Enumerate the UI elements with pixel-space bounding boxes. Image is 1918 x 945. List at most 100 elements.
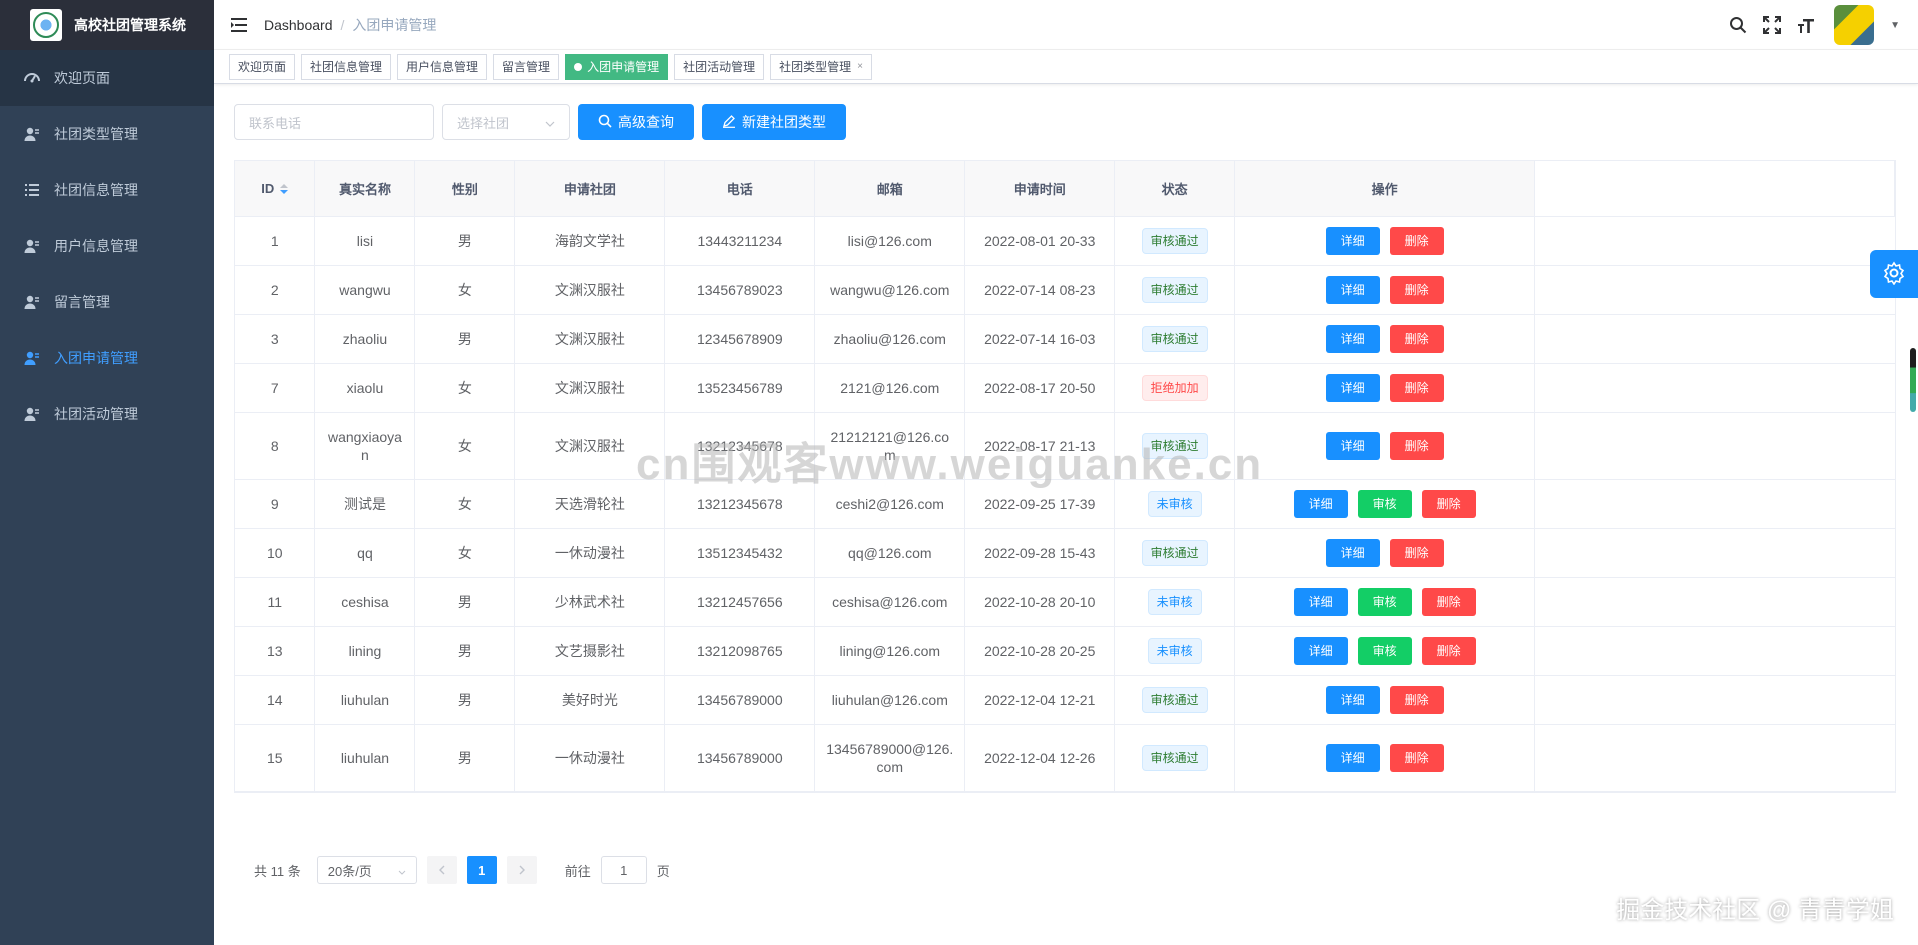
cell-phone: 13523456789 — [664, 363, 816, 413]
cell-actions: 详细 审核 删除 — [1234, 479, 1536, 529]
delete-button[interactable]: 删除 — [1421, 636, 1476, 665]
settings-button[interactable] — [1870, 250, 1918, 298]
page-unit-label: 页 — [656, 863, 670, 879]
cell-email: ceshisa@126.com — [814, 577, 966, 627]
tag-3[interactable]: 留言管理 — [493, 53, 560, 80]
cell-club: 海韵文学社 — [514, 216, 666, 266]
tag-5[interactable]: 社团活动管理 — [674, 53, 765, 80]
scrollbar[interactable] — [1910, 348, 1916, 412]
detail-button[interactable]: 详细 — [1325, 685, 1380, 714]
tag-0[interactable]: 欢迎页面 — [229, 53, 296, 80]
tag-4[interactable]: 入团申请管理 — [565, 53, 669, 80]
cell-time: 2022-09-28 15-43 — [964, 528, 1116, 578]
breadcrumb-home[interactable]: Dashboard — [264, 17, 333, 33]
delete-button[interactable]: 删除 — [1389, 324, 1444, 353]
cell-phone: 13512345432 — [664, 528, 816, 578]
sidebar-item-club-activities[interactable]: 社团活动管理 — [0, 386, 214, 442]
table-row: 2 wangwu 女文渊汉服社 13456789023 wangwu@126.com 20… — [235, 265, 1895, 315]
page-number-current[interactable]: 1 — [466, 856, 497, 884]
cell-time: 2022-10-28 20-10 — [964, 577, 1116, 627]
gear-icon — [1882, 261, 1906, 288]
goto-page-input[interactable]: 1 — [600, 856, 647, 884]
font-size-icon[interactable] — [1796, 15, 1816, 35]
sidebar-item-join-applications[interactable]: 入团申请管理 — [0, 330, 214, 386]
detail-button[interactable]: 详细 — [1325, 324, 1380, 353]
tag-label: 入团申请管理 — [587, 60, 660, 74]
detail-button[interactable]: 详细 — [1325, 743, 1380, 772]
audit-button[interactable]: 审核 — [1357, 489, 1412, 518]
row-actions: 详细 删除 — [1235, 685, 1534, 714]
cell-filler — [1534, 314, 1895, 364]
cell-phone: 13456789000 — [664, 724, 816, 792]
detail-button[interactable]: 详细 — [1325, 373, 1380, 402]
sidebar-item-club-types[interactable]: 社团类型管理 — [0, 106, 214, 162]
close-icon[interactable]: × — [857, 61, 863, 72]
club-select[interactable]: 选择社团 — [442, 104, 570, 140]
delete-button[interactable]: 删除 — [1389, 743, 1444, 772]
cell-status: 审核通过 — [1114, 528, 1236, 578]
column-header: 操作 — [1234, 161, 1536, 217]
audit-button[interactable]: 审核 — [1357, 636, 1412, 665]
breadcrumb-current: 入团申请管理 — [352, 16, 437, 33]
detail-button[interactable]: 详细 — [1325, 431, 1380, 460]
cell-gender: 男 — [414, 724, 516, 792]
list-icon — [24, 182, 40, 198]
cell-club: 少林武术社 — [514, 577, 666, 627]
cell-status: 未审核 — [1114, 577, 1236, 627]
sidebar-item-user-info[interactable]: 用户信息管理 — [0, 218, 214, 274]
search-button[interactable]: 高级查询 — [578, 104, 694, 140]
detail-button[interactable]: 详细 — [1293, 587, 1348, 616]
detail-button[interactable]: 详细 — [1293, 489, 1348, 518]
user-icon — [24, 406, 40, 422]
sidebar-item-messages[interactable]: 留言管理 — [0, 274, 214, 330]
sidebar-item-club-info[interactable]: 社团信息管理 — [0, 162, 214, 218]
column-header[interactable]: ID — [235, 161, 316, 217]
delete-button[interactable]: 删除 — [1421, 587, 1476, 616]
detail-button[interactable]: 详细 — [1325, 538, 1380, 567]
tag-2[interactable]: 用户信息管理 — [397, 53, 488, 80]
add-club-type-button[interactable]: 新建社团类型 — [702, 104, 846, 140]
column-header-label: 申请时间 — [1013, 181, 1066, 197]
cell-gender: 男 — [414, 577, 516, 627]
delete-button[interactable]: 删除 — [1389, 275, 1444, 304]
delete-button[interactable]: 删除 — [1389, 685, 1444, 714]
detail-button[interactable]: 详细 — [1293, 636, 1348, 665]
delete-button[interactable]: 删除 — [1389, 538, 1444, 567]
tags-view: 欢迎页面 社团信息管理 用户信息管理 留言管理 入团申请管理 社团活动管理 社团类型管理 × — [214, 50, 1918, 84]
goto-label: 前往 — [564, 863, 591, 879]
cell-email: ceshi2@126.com — [814, 479, 966, 529]
phone-input[interactable]: 联系电话 — [234, 104, 434, 140]
next-page-button[interactable] — [506, 856, 537, 884]
cell-club: 文渊汉服社 — [514, 314, 666, 364]
delete-button[interactable]: 删除 — [1389, 373, 1444, 402]
hamburger-icon[interactable] — [228, 14, 250, 36]
search-icon[interactable] — [1728, 15, 1748, 35]
sort-icon[interactable] — [280, 184, 289, 195]
row-actions: 详细 删除 — [1235, 538, 1534, 567]
caret-down-icon[interactable]: ▼ — [1890, 20, 1900, 31]
detail-button[interactable]: 详细 — [1325, 226, 1380, 255]
tag-1[interactable]: 社团信息管理 — [301, 53, 392, 80]
cell-filler — [1534, 626, 1895, 676]
delete-button[interactable]: 删除 — [1421, 489, 1476, 518]
sidebar-item-label: 社团活动管理 — [54, 406, 138, 422]
fullscreen-icon[interactable] — [1762, 15, 1782, 35]
prev-page-button[interactable] — [426, 856, 457, 884]
cell-name: ceshisa — [314, 577, 416, 627]
avatar[interactable] — [1834, 5, 1875, 45]
column-header: 性别 — [414, 161, 516, 217]
add-button-label: 新建社团类型 — [742, 114, 826, 130]
page-size-select[interactable]: 20条/页 — [316, 856, 417, 884]
cell-filler — [1534, 412, 1895, 480]
cell-time: 2022-08-01 20-33 — [964, 216, 1116, 266]
tag-6[interactable]: 社团类型管理 × — [770, 53, 872, 80]
audit-button[interactable]: 审核 — [1357, 587, 1412, 616]
cell-phone: 13212345678 — [664, 479, 816, 529]
table-row: 9 测试是女天选滑轮社 13212345678 ceshi2@126.com 2022-… — [235, 479, 1895, 529]
delete-button[interactable]: 删除 — [1389, 226, 1444, 255]
detail-button[interactable]: 详细 — [1325, 275, 1380, 304]
logo-area: 高校社团管理系统 — [0, 0, 214, 50]
sidebar-item-welcome[interactable]: 欢迎页面 — [0, 50, 214, 106]
cell-gender: 女 — [414, 479, 516, 529]
delete-button[interactable]: 删除 — [1389, 431, 1444, 460]
